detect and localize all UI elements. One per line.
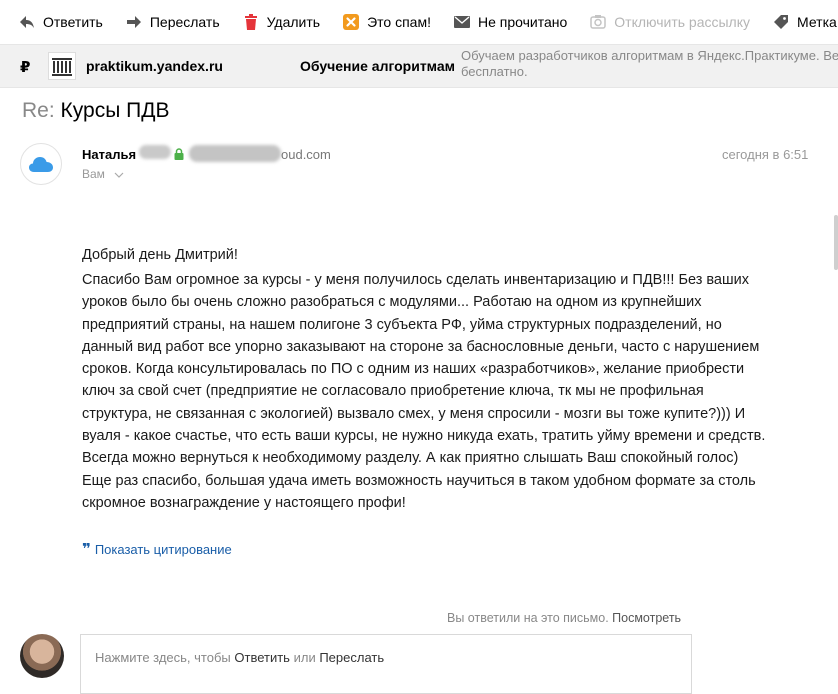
scrollbar-thumb[interactable]	[834, 215, 838, 270]
quick-reply-link[interactable]: Ответить	[234, 650, 290, 665]
email-body-line: Всегда можно вернуться к необходимому ра…	[82, 450, 739, 467]
subject-prefix: Re:	[22, 99, 55, 122]
forward-arrow-icon	[125, 13, 143, 31]
banner-description: Обучаем разработчиков алгоритмам в Яндек…	[461, 48, 838, 79]
reply-hint-prefix: Нажмите здесь, чтобы	[95, 650, 231, 665]
banner-topic: Обучение алгоритмам	[300, 58, 455, 74]
lock-icon	[174, 147, 184, 165]
email-body-line: вуаля - какое счастье, что есть ваши кур…	[82, 428, 766, 445]
delete-button[interactable]: Удалить	[242, 8, 320, 36]
reply-hint: Нажмите здесь, чтобы Ответить или Пересл…	[95, 650, 384, 665]
email-body-line: Еще раз спасибо, большая удача иметь воз…	[82, 472, 756, 489]
email-body-line: скромное вознаграждение у настоящего про…	[82, 494, 406, 511]
show-quote-label: Показать цитирование	[94, 541, 232, 557]
unsubscribe-icon	[589, 13, 607, 31]
banner-domain[interactable]: praktikum.yandex.ru	[86, 58, 223, 74]
toolbar: Ответить Переслать Удалить Это спам! Не …	[0, 0, 838, 44]
sender-avatar[interactable]	[20, 143, 62, 185]
view-reply-link[interactable]: Посмотреть	[612, 611, 681, 625]
email-subject: Re: Курсы ПДВ	[22, 99, 169, 123]
email-body-line: уроков было бы очень сложно разобраться …	[82, 294, 702, 311]
label-dropdown[interactable]: Метка ▼	[772, 8, 838, 36]
email-greeting: Добрый день Дмитрий!	[82, 247, 238, 263]
forward-button[interactable]: Переслать	[125, 8, 220, 36]
recipient-label: Вам	[82, 167, 105, 181]
envelope-icon	[453, 13, 471, 31]
unsubscribe-label: Отключить рассылку	[614, 14, 751, 30]
user-avatar[interactable]	[20, 634, 64, 678]
icloud-icon	[29, 157, 53, 172]
sender-logo	[48, 52, 76, 80]
redacted-email	[189, 145, 281, 162]
show-quote-link[interactable]: ❞ Показать цитирование	[82, 540, 232, 558]
trash-icon	[242, 13, 260, 31]
replied-text: Вы ответили на это письмо.	[447, 611, 609, 625]
chevron-down-icon	[114, 172, 124, 178]
ruble-icon: ₽	[20, 59, 31, 76]
redacted-surname	[139, 145, 171, 159]
quick-forward-link[interactable]: Переслать	[319, 650, 384, 665]
email-body: Спасибо Вам огромное за курсы - у меня п…	[82, 269, 802, 514]
delete-label: Удалить	[266, 14, 321, 30]
newsletter-banner[interactable]: ₽ praktikum.yandex.ru Обучение алгоритма…	[0, 44, 838, 88]
email-date: сегодня в 6:51	[722, 147, 809, 162]
quick-reply-box[interactable]: Нажмите здесь, чтобы Ответить или Пересл…	[80, 634, 692, 694]
unsubscribe-button[interactable]: Отключить рассылку	[589, 8, 750, 36]
mark-unread-button[interactable]: Не прочитано	[453, 8, 567, 36]
sender-name[interactable]: Наталья	[82, 147, 136, 162]
reply-hint-or: или	[293, 650, 316, 665]
forward-label: Переслать	[149, 14, 220, 30]
email-body-line: сроков. Когда консультировалась по ПО с …	[82, 361, 745, 378]
reply-label: Ответить	[43, 14, 103, 30]
email-body-line: структура, не связанная с экологией) выз…	[82, 405, 746, 422]
spam-button[interactable]: Это спам!	[342, 8, 431, 36]
replied-status: Вы ответили на это письмо. Посмотреть	[447, 611, 681, 625]
recipient-toggle[interactable]: Вам	[82, 167, 124, 181]
spam-icon	[342, 13, 360, 31]
email-body-line: предприятий страны, на нашем полигоне 3 …	[82, 316, 722, 333]
sender-email[interactable]: oud.com	[281, 147, 331, 162]
reply-arrow-icon	[18, 13, 36, 31]
email-body-line: ключ за свой счет (предприятие не соглас…	[82, 383, 704, 400]
email-body-line: данный вид работ все упорно заказывают н…	[82, 338, 760, 355]
quote-icon: ❞	[82, 541, 91, 558]
label-text: Метка	[797, 14, 837, 30]
subject-text: Курсы ПДВ	[60, 99, 170, 122]
unread-label: Не прочитано	[477, 14, 568, 30]
spam-label: Это спам!	[367, 14, 431, 30]
tag-icon	[772, 13, 790, 31]
reply-button[interactable]: Ответить	[18, 8, 103, 36]
email-body-line: Спасибо Вам огромное за курсы - у меня п…	[82, 272, 749, 288]
